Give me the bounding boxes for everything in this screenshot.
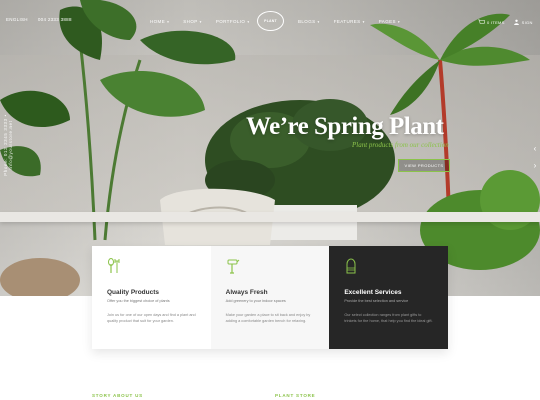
feature-card: Always Fresh Add greenery to your indoor…: [210, 246, 330, 349]
side-contact-text: Phone: 012 2345 3333 • Info@yourstore.ne…: [3, 114, 13, 176]
card-tagline: Add greenery to your indoor spaces: [225, 299, 286, 303]
slider-prev-icon[interactable]: ‹: [530, 143, 540, 153]
card-title: Quality Products: [107, 289, 160, 296]
feature-cards: Quality Products Offer you the biggest c…: [92, 246, 449, 349]
slider-next-icon[interactable]: ›: [530, 160, 540, 170]
top-navigation-bar: ENGLISH 004 2333 3888 HOME ▾ SHOP ▾ PORTFO…: [0, 0, 540, 44]
nav-home[interactable]: HOME ▾: [150, 19, 169, 24]
signin-button[interactable]: SIGN: [513, 19, 533, 25]
chevron-down-icon: ▾: [397, 19, 401, 24]
card-text: Join us for one of our open days and fin…: [107, 313, 196, 323]
left-basket: [0, 258, 80, 296]
phone-number: 004 2333 3888: [37, 17, 72, 22]
card-title: Always Fresh: [225, 289, 268, 296]
feature-card: Quality Products Offer you the biggest c…: [92, 246, 211, 349]
feature-card: Excellent Services Provide the best sele…: [329, 246, 449, 349]
chevron-down-icon: ▾: [247, 19, 250, 24]
plant-store-label: PLANT STORE: [275, 393, 316, 398]
hero-title: We’re Spring Plant: [246, 113, 444, 140]
cart-icon: [478, 19, 485, 24]
chevron-down-icon: ▾: [362, 19, 365, 24]
nav-features[interactable]: FEATURES ▾: [334, 19, 365, 24]
user-icon: [513, 19, 519, 25]
nav-portfolio[interactable]: PORTFOLIO ▾: [216, 19, 250, 24]
main-nav: HOME ▾ SHOP ▾ PORTFOLIO ▾: [150, 19, 250, 24]
main-nav-right: BLOGS ▾ FEATURES ▾ PAGES ▾: [298, 19, 400, 24]
story-about-us-label: STORY ABOUT US: [92, 393, 143, 398]
site-logo[interactable]: PLANT: [257, 11, 284, 31]
glove-icon: [346, 258, 356, 274]
nav-pages[interactable]: PAGES ▾: [379, 19, 400, 24]
language-selector[interactable]: ENGLISH: [6, 17, 28, 22]
chevron-down-icon: ▾: [199, 19, 202, 24]
chevron-down-icon: ▾: [167, 19, 170, 24]
cart-button[interactable]: 0 ITEMS: [478, 19, 505, 25]
card-tagline: Offer you the biggest choice of plants: [107, 299, 170, 303]
plant-tools-icon: [108, 258, 120, 273]
card-title: Excellent Services: [344, 289, 402, 296]
watering-icon: [227, 259, 240, 274]
hero-subtitle: Plant products from our collection: [352, 141, 449, 149]
nav-blogs[interactable]: BLOGS ▾: [298, 19, 320, 24]
topbar-left: ENGLISH 004 2333 3888: [6, 17, 72, 22]
chevron-down-icon: ▾: [317, 19, 320, 24]
view-products-button[interactable]: VIEW PRODUCTS: [398, 159, 450, 172]
hero-shelf: [0, 212, 540, 222]
card-tagline: Provide the best selection and service: [344, 299, 409, 303]
nav-shop[interactable]: SHOP ▾: [183, 19, 202, 24]
topbar-right: 0 ITEMS SIGN: [478, 19, 533, 25]
card-text: Make your garden a place to sit back and…: [225, 313, 311, 323]
card-text: Our select collection ranges from plant …: [344, 313, 433, 323]
